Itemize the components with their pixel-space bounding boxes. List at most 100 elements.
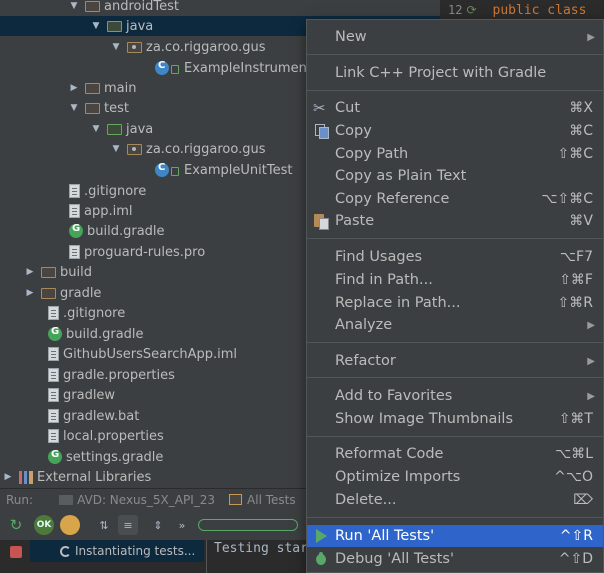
gradle-icon bbox=[48, 449, 62, 464]
menu-item-find-in-path[interactable]: Find in Path... ⇧⌘F bbox=[307, 269, 603, 291]
spinner-icon bbox=[60, 545, 71, 557]
submenu-arrow-icon: ▶ bbox=[587, 319, 595, 331]
submenu-arrow-icon: ▶ bbox=[587, 390, 595, 402]
show-passed-button[interactable]: OK bbox=[34, 515, 54, 535]
tree-item-label: local.properties bbox=[63, 428, 164, 444]
debug-icon bbox=[313, 551, 329, 567]
tree-item-label: build.gradle bbox=[87, 223, 165, 239]
menu-item-show-thumbnails[interactable]: Show Image Thumbnails ⇧⌘T bbox=[307, 408, 603, 430]
menu-item-optimize-imports[interactable]: Optimize Imports ^⌥O bbox=[307, 466, 603, 488]
menu-item-paste[interactable]: Paste ⌘V bbox=[307, 210, 603, 232]
tree-item-label: app.iml bbox=[84, 203, 133, 219]
class-icon bbox=[155, 162, 169, 177]
gradle-icon bbox=[69, 223, 83, 238]
file-icon bbox=[69, 184, 80, 198]
package-icon bbox=[127, 143, 142, 155]
tree-item-label: build bbox=[60, 264, 92, 280]
menu-item-add-to-favorites[interactable]: Add to Favorites ▶ bbox=[307, 385, 603, 407]
tree-item-label: za.co.riggaroo.gus bbox=[146, 141, 266, 157]
menu-item-reformat-code[interactable]: Reformat Code ⌥⌘L bbox=[307, 443, 603, 465]
file-icon bbox=[48, 409, 59, 423]
folder-icon bbox=[85, 1, 100, 12]
menu-separator bbox=[307, 517, 603, 518]
menu-separator bbox=[307, 238, 603, 239]
expand-arrow-icon[interactable]: ▼ bbox=[68, 1, 80, 11]
file-icon bbox=[48, 388, 59, 402]
menu-item-cut[interactable]: ✂ Cut ⌘X bbox=[307, 97, 603, 119]
submenu-arrow-icon: ▶ bbox=[587, 31, 595, 43]
expand-arrow-icon[interactable]: ▼ bbox=[90, 21, 102, 31]
source-folder-icon bbox=[107, 124, 122, 135]
copy-icon bbox=[313, 123, 329, 139]
expand-arrow-icon[interactable]: ▼ bbox=[110, 144, 122, 154]
run-gutter-icon[interactable]: ⟳ bbox=[466, 3, 476, 17]
file-icon bbox=[48, 368, 59, 382]
device-icon bbox=[59, 495, 74, 505]
rerun-icon[interactable]: ↻ bbox=[6, 515, 26, 535]
file-icon bbox=[48, 306, 59, 320]
source-folder-icon bbox=[107, 21, 122, 32]
folder-icon bbox=[85, 103, 100, 114]
folder-icon bbox=[41, 288, 56, 299]
collapse-arrow-icon[interactable]: ▶ bbox=[68, 83, 80, 93]
tree-item-label: ExampleInstrument bbox=[184, 60, 312, 76]
code-text[interactable]: public class bbox=[493, 3, 587, 18]
tree-item-label: proguard-rules.pro bbox=[84, 244, 206, 260]
menu-item-copy-plain-text[interactable]: Copy as Plain Text bbox=[307, 165, 603, 187]
expand-arrow-icon[interactable]: ▼ bbox=[68, 103, 80, 113]
run-tab-all-tests[interactable]: All Tests bbox=[229, 493, 296, 507]
editor-strip: 12 ⟳ public class bbox=[440, 0, 604, 20]
menu-item-refactor[interactable]: Refactor ▶ bbox=[307, 350, 603, 372]
test-tree-node[interactable]: Instantiating tests... bbox=[30, 540, 204, 562]
menu-item-delete[interactable]: Delete... ⌦ bbox=[307, 489, 603, 511]
tree-item-label: .gitignore bbox=[84, 183, 147, 199]
collapse-arrow-icon[interactable]: ▶ bbox=[24, 267, 36, 277]
tree-item-label: main bbox=[104, 80, 137, 96]
tree-item-label: gradlew.bat bbox=[63, 408, 140, 424]
menu-item-debug-all-tests[interactable]: Debug 'All Tests' ^⇧D bbox=[307, 548, 603, 570]
gradle-icon bbox=[48, 326, 62, 341]
sort-duration-icon[interactable]: ≡ bbox=[118, 515, 138, 535]
menu-separator bbox=[307, 54, 603, 55]
file-icon bbox=[69, 204, 80, 218]
menu-item-analyze[interactable]: Analyze ▶ bbox=[307, 314, 603, 336]
collapse-arrow-icon[interactable]: ▶ bbox=[24, 288, 36, 298]
lock-icon bbox=[171, 65, 179, 74]
tree-item-label: settings.gradle bbox=[66, 449, 164, 465]
tree-item-label: za.co.riggaroo.gus bbox=[146, 39, 266, 55]
more-actions-button[interactable]: » bbox=[172, 515, 192, 535]
tree-item-label: gradle bbox=[60, 285, 102, 301]
menu-item-run-all-tests[interactable]: Run 'All Tests' ^⇧R bbox=[307, 525, 603, 547]
sort-alpha-icon[interactable]: ⇅ bbox=[94, 515, 114, 535]
run-icon bbox=[313, 528, 329, 544]
collapse-arrow-icon[interactable]: ▶ bbox=[2, 472, 14, 482]
menu-separator bbox=[307, 377, 603, 378]
divider bbox=[206, 540, 207, 573]
tree-item-label: gradlew bbox=[63, 387, 116, 403]
menu-item-replace-in-path[interactable]: Replace in Path... ⇧⌘R bbox=[307, 292, 603, 314]
expand-arrow-icon[interactable]: ▼ bbox=[90, 124, 102, 134]
menu-item-copy[interactable]: Copy ⌘C bbox=[307, 120, 603, 142]
run-label: Run: bbox=[6, 492, 34, 507]
library-icon bbox=[19, 470, 33, 484]
lock-icon bbox=[171, 167, 179, 176]
menu-item-copy-path[interactable]: Copy Path ⇧⌘C bbox=[307, 143, 603, 165]
run-tab-tests-label: All Tests bbox=[247, 492, 296, 507]
expand-all-icon[interactable]: ⇕ bbox=[148, 515, 168, 535]
menu-item-new[interactable]: New ▶ bbox=[307, 26, 603, 48]
menu-item-find-usages[interactable]: Find Usages ⌥F7 bbox=[307, 246, 603, 268]
tree-item-label: test bbox=[104, 100, 129, 116]
run-tab-avd[interactable]: AVD: Nexus_5X_API_23 bbox=[59, 493, 215, 507]
show-ignored-button[interactable] bbox=[60, 515, 80, 535]
menu-item-link-cpp[interactable]: Link C++ Project with Gradle bbox=[307, 62, 603, 84]
submenu-arrow-icon: ▶ bbox=[587, 355, 595, 367]
test-folder-icon bbox=[229, 494, 243, 505]
scissors-icon: ✂ bbox=[313, 99, 326, 117]
test-progress-bar bbox=[198, 519, 298, 531]
stop-icon[interactable] bbox=[10, 546, 22, 558]
folder-icon bbox=[85, 83, 100, 94]
expand-arrow-icon[interactable]: ▼ bbox=[110, 42, 122, 52]
menu-item-copy-reference[interactable]: Copy Reference ⌥⇧⌘C bbox=[307, 188, 603, 210]
folder-icon bbox=[41, 267, 56, 278]
tree-item-label: java bbox=[126, 18, 154, 34]
